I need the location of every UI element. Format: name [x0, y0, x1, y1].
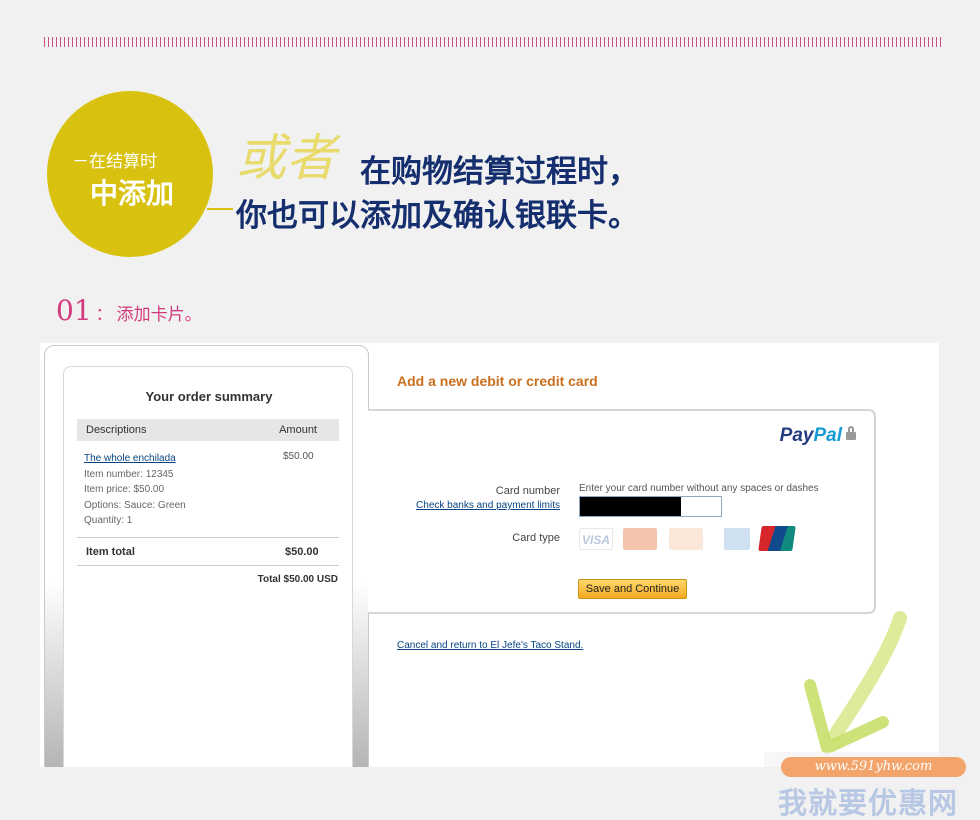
step-label: 01：添加卡片。 [56, 294, 202, 327]
divider [77, 537, 339, 538]
grand-total: Total $50.00 USD [257, 574, 338, 585]
discover-card-icon[interactable] [669, 528, 703, 550]
step-sep: ： [95, 305, 113, 325]
visa-card-icon[interactable]: VISA [579, 528, 613, 550]
lock-icon [846, 426, 856, 440]
save-and-continue-button[interactable]: Save and Continue [578, 579, 687, 599]
card-number-redaction [580, 497, 681, 516]
item-name-link[interactable]: The whole enchilada [84, 451, 186, 467]
item-number: Item number: 12345 [84, 468, 174, 480]
col-amount: Amount [279, 424, 317, 436]
card-form-box: PayPal Card number Check banks and payme… [368, 409, 876, 614]
card-number-hint: Enter your card number without any space… [579, 483, 819, 494]
check-banks-link[interactable]: Check banks and payment limits [388, 500, 560, 511]
item-options: Options: Sauce: Green [84, 499, 186, 511]
item-quantity: Quantity: 1 [84, 515, 133, 526]
item-total-label: Item total [86, 546, 135, 558]
order-table-header: Descriptions Amount [77, 419, 339, 441]
unionpay-card-icon[interactable] [758, 526, 796, 551]
headline-line1: 在购物结算过程时， [360, 154, 639, 190]
amex-card-icon[interactable] [724, 528, 750, 550]
divider [77, 565, 339, 566]
badge-line2: 中添加 [90, 177, 175, 210]
watermark-url: www.591yhw.com [781, 757, 966, 777]
paypal-logo-pay: Pay [779, 425, 814, 446]
item-total-value: $50.00 [285, 546, 319, 558]
add-card-title: Add a new debit or credit card [397, 373, 598, 389]
order-summary-panel: Your order summary Descriptions Amount T… [44, 345, 369, 767]
arrow-decoration-icon [804, 611, 907, 754]
paypal-logo: PayPal [780, 425, 856, 447]
top-dotted-rule [44, 37, 942, 47]
item-price: Item price: $50.00 [84, 484, 165, 495]
col-descriptions: Descriptions [86, 424, 147, 436]
cancel-return-link[interactable]: Cancel and return to El Jefe's Taco Stan… [397, 640, 583, 651]
order-summary-card: Your order summary Descriptions Amount T… [63, 366, 353, 767]
item-amount: $50.00 [283, 451, 314, 462]
watermark-name: 我就要优惠网 [778, 786, 959, 820]
mastercard-card-icon[interactable] [623, 528, 657, 550]
step-text: 添加卡片。 [116, 305, 202, 325]
order-summary-title: Your order summary [145, 389, 273, 404]
card-number-label: Card number [495, 485, 560, 497]
badge-connector-line [207, 208, 233, 210]
badge-line1: －在结算时 [72, 152, 157, 172]
or-word: 或者 [236, 129, 336, 187]
step-number: 01 [56, 294, 92, 327]
card-number-input[interactable] [579, 496, 722, 517]
order-item: The whole enchilada Item number: 12345 I… [84, 451, 186, 529]
headline-line2: 你也可以添加及确认银联卡。 [236, 198, 639, 234]
paypal-logo-pal: Pal [813, 425, 842, 446]
card-type-label: Card type [512, 532, 560, 544]
